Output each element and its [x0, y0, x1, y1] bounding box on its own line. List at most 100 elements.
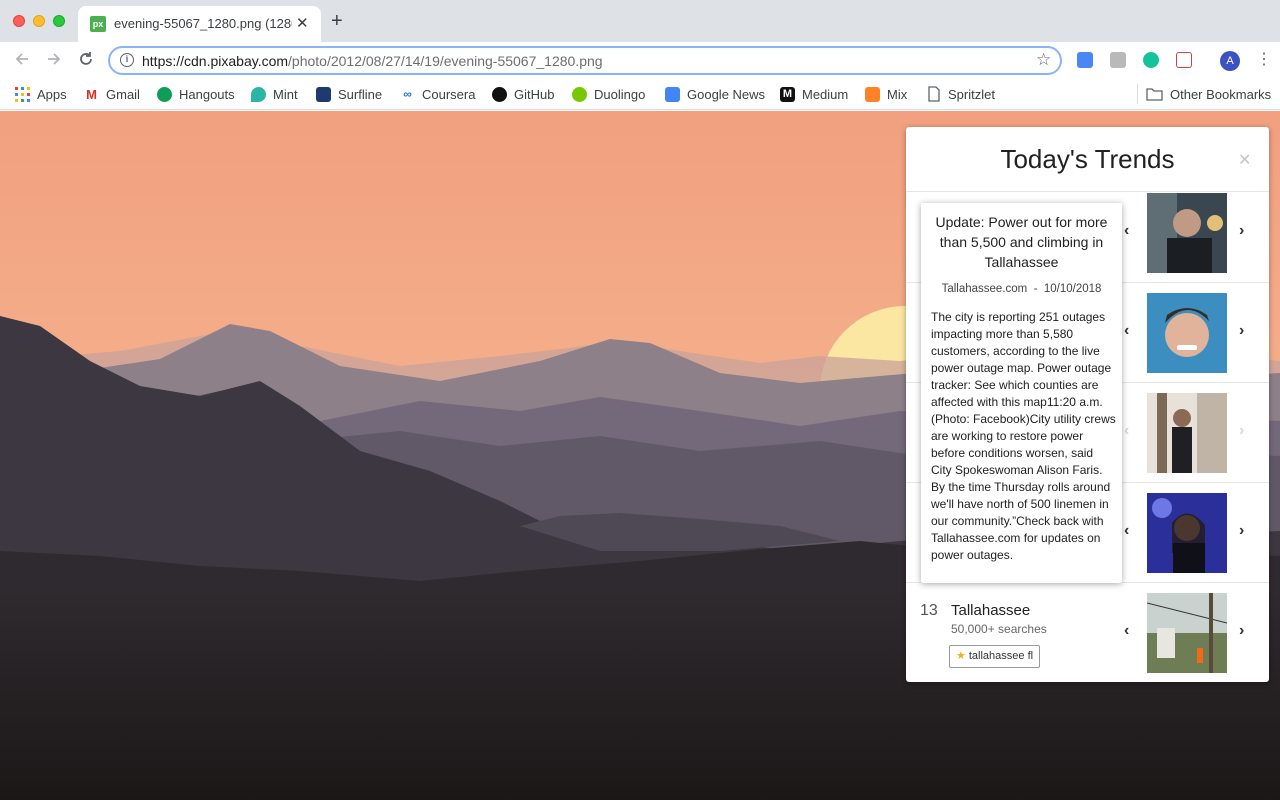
browser-tab[interactable]: px evening-55067_1280.png (1280×853) ✕: [78, 6, 321, 42]
tab-title: evening-55067_1280.png (1280×853): [114, 16, 292, 31]
bookmark-label: Medium: [802, 86, 849, 102]
bookmark-label: Mint: [273, 86, 298, 102]
url-path: /photo/2012/08/27/14/19/evening-55067_12…: [288, 53, 603, 69]
minimize-window-button[interactable]: [33, 15, 45, 27]
mint-icon: [251, 86, 266, 102]
trend-thumbnail[interactable]: [1147, 493, 1227, 573]
url-text: https://cdn.pixabay.com/photo/2012/08/27…: [142, 53, 603, 69]
trend-thumbnail[interactable]: [1147, 193, 1227, 273]
duolingo-icon: [572, 86, 587, 102]
site-info-icon[interactable]: i: [120, 53, 134, 67]
bookmark-mix[interactable]: Mix: [865, 85, 907, 103]
bookmark-label: Spritzlet: [948, 86, 995, 102]
bookmark-github[interactable]: GitHub: [492, 85, 554, 103]
prev-image-button[interactable]: ‹: [1124, 322, 1129, 340]
bookmark-label: Apps: [37, 86, 67, 102]
prev-image-button[interactable]: ‹: [1124, 622, 1129, 640]
other-bookmarks-folder[interactable]: Other Bookmarks: [1146, 85, 1271, 103]
trend-search-count: 50,000+ searches: [951, 622, 1047, 636]
surfline-icon: [316, 86, 331, 102]
next-image-button[interactable]: ›: [1239, 322, 1244, 340]
bookmark-spritzlet[interactable]: Spritzlet: [927, 85, 995, 103]
bookmark-mint[interactable]: Mint: [251, 85, 298, 103]
folder-icon: [1146, 88, 1163, 101]
browser-toolbar: i https://cdn.pixabay.com/photo/2012/08/…: [0, 42, 1280, 78]
news-preview-card[interactable]: Update: Power out for more than 5,500 an…: [921, 203, 1122, 583]
prev-image-button[interactable]: ‹: [1124, 222, 1129, 240]
article-source: Tallahassee.com: [941, 283, 1028, 295]
reload-icon: [80, 52, 92, 65]
zoom-window-button[interactable]: [53, 15, 65, 27]
trend-thumbnail[interactable]: [1147, 393, 1227, 473]
profile-avatar[interactable]: A: [1220, 51, 1240, 71]
arrow-right-icon: [48, 53, 61, 65]
chip-label: tallahassee fl: [968, 650, 1034, 662]
trend-title[interactable]: Tallahassee: [951, 602, 1030, 619]
bookmark-label: Duolingo: [594, 86, 646, 102]
hangouts-icon: [157, 86, 172, 102]
bookmark-coursera[interactable]: ∞ Coursera: [400, 85, 475, 103]
google-news-icon: [665, 86, 680, 102]
trend-thumbnail[interactable]: [1147, 293, 1227, 373]
next-image-button[interactable]: ›: [1239, 422, 1244, 440]
bookmark-hangouts[interactable]: Hangouts: [157, 85, 235, 103]
bookmark-google-news[interactable]: Google News: [665, 85, 765, 103]
address-bar[interactable]: i https://cdn.pixabay.com/photo/2012/08/…: [108, 46, 1062, 75]
bookmarks-divider: [1137, 84, 1138, 104]
article-date: 10/10/2018: [1043, 283, 1102, 295]
arrow-left-icon: [15, 53, 28, 65]
github-icon: [492, 86, 507, 102]
article-headline[interactable]: Update: Power out for more than 5,500 an…: [929, 212, 1114, 272]
coursera-icon: ∞: [400, 86, 415, 102]
close-icon[interactable]: ✕: [1238, 150, 1251, 170]
trend-thumbnail[interactable]: [1147, 593, 1227, 673]
bookmark-label: Gmail: [106, 86, 140, 102]
meta-separator: -: [1033, 283, 1038, 295]
new-tab-button[interactable]: +: [331, 11, 343, 31]
bookmark-label: Surfline: [338, 86, 383, 102]
divider: [906, 191, 1269, 192]
tab-close-icon[interactable]: ✕: [296, 14, 309, 32]
bookmark-duolingo[interactable]: Duolingo: [572, 85, 645, 103]
bookmark-label: Hangouts: [179, 86, 235, 102]
bookmarks-bar: Apps M Gmail Hangouts Mint Surfline ∞ Co…: [0, 78, 1280, 110]
prev-image-button[interactable]: ‹: [1124, 422, 1129, 440]
forward-button[interactable]: [44, 50, 64, 70]
bookmark-label: Coursera: [422, 86, 476, 102]
gmail-icon: M: [84, 86, 99, 102]
pixabay-favicon-icon: px: [90, 16, 106, 32]
close-window-button[interactable]: [13, 15, 25, 27]
next-image-button[interactable]: ›: [1239, 222, 1244, 240]
star-icon: ★: [956, 650, 966, 662]
next-image-button[interactable]: ›: [1239, 622, 1244, 640]
trend-rank: 13: [920, 602, 938, 619]
bookmark-label: Google News: [687, 86, 766, 102]
back-button[interactable]: [12, 50, 32, 70]
google-translate-extension-icon[interactable]: [1077, 52, 1093, 68]
prev-image-button[interactable]: ‹: [1124, 522, 1129, 540]
other-bookmarks-label: Other Bookmarks: [1170, 86, 1272, 102]
reload-button[interactable]: [76, 50, 96, 70]
next-image-button[interactable]: ›: [1239, 522, 1244, 540]
bookmark-label: GitHub: [514, 86, 555, 102]
bookmark-medium[interactable]: M Medium: [780, 85, 848, 103]
mix-icon: [865, 86, 880, 102]
page-icon: [928, 86, 940, 102]
apps-grid-icon: [15, 86, 30, 102]
bookmark-surfline[interactable]: Surfline: [316, 85, 382, 103]
bookmark-star-icon[interactable]: ☆: [1036, 50, 1051, 70]
bookmark-label: Mix: [887, 86, 908, 102]
url-host: https://cdn.pixabay.com: [142, 53, 289, 69]
calendar-extension-icon[interactable]: [1176, 52, 1192, 68]
trends-title: Today's Trends: [1000, 144, 1175, 174]
extension-icon[interactable]: [1110, 52, 1126, 68]
tab-strip: px evening-55067_1280.png (1280×853) ✕ +: [0, 0, 1280, 42]
medium-icon: M: [780, 86, 795, 102]
bookmark-apps[interactable]: Apps: [15, 85, 67, 103]
bookmark-gmail[interactable]: M Gmail: [84, 85, 140, 103]
grammarly-extension-icon[interactable]: [1143, 52, 1159, 68]
browser-menu-icon[interactable]: ⋮: [1256, 50, 1272, 70]
related-query-chip[interactable]: ★ tallahassee fl: [949, 645, 1041, 668]
article-snippet: The city is reporting 251 outages impact…: [931, 310, 1116, 562]
article-meta: Tallahassee.com - 10/10/2018: [921, 283, 1122, 295]
